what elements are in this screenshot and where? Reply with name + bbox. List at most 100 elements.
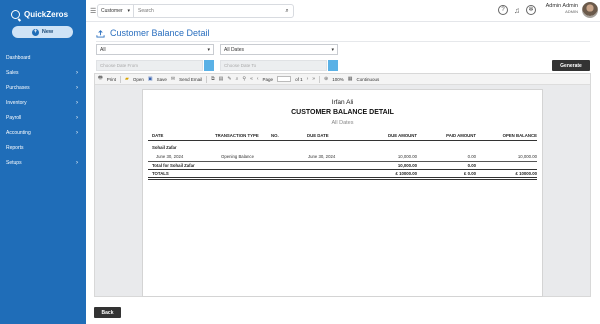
view-mode-icon[interactable]: ▦ bbox=[348, 76, 353, 82]
bell-icon[interactable]: ♫ bbox=[514, 6, 520, 15]
chevron-down-icon: ▾ bbox=[331, 46, 334, 53]
page-title-text: Customer Balance Detail bbox=[110, 28, 210, 38]
sidebar-item-accounting[interactable]: Accounting › bbox=[0, 125, 86, 140]
col-header-due-amount: DUE AMOUNT bbox=[388, 133, 417, 138]
customer-select-value: All bbox=[100, 46, 106, 53]
save-icon[interactable]: ▣ bbox=[148, 76, 153, 82]
date-from-field[interactable]: Choose Date From bbox=[96, 60, 203, 71]
chevron-down-icon: ▾ bbox=[127, 8, 130, 14]
row-due-date: June 30, 2024 bbox=[308, 154, 336, 159]
user-menu[interactable]: Admin Admin ADMIN bbox=[544, 3, 578, 14]
menu-toggle-icon[interactable]: ☰ bbox=[90, 7, 96, 15]
search-box: Customer ▾ ⌕ bbox=[97, 4, 294, 18]
app-logo[interactable]: QuickZeros bbox=[0, 0, 86, 22]
open-folder-icon[interactable]: ▰ bbox=[125, 76, 129, 82]
date-from-placeholder: Choose Date From bbox=[100, 63, 139, 68]
new-button[interactable]: + New bbox=[12, 26, 73, 38]
title-divider bbox=[96, 41, 590, 42]
report-viewer: 🖶 Print ▰ Open ▣ Save ✉ Send Email ⧉ ▤ ✎… bbox=[94, 73, 591, 297]
sidebar-item-setups[interactable]: Setups › bbox=[0, 155, 86, 170]
find-icon[interactable]: ⌕ bbox=[236, 76, 239, 82]
page-number-input[interactable] bbox=[277, 76, 292, 82]
avatar[interactable] bbox=[582, 2, 598, 18]
chevron-right-icon: › bbox=[76, 159, 78, 166]
prev-page-icon[interactable]: ‹ bbox=[257, 76, 259, 82]
report-title: CUSTOMER BALANCE DETAIL bbox=[291, 109, 394, 116]
customer-select[interactable]: All ▾ bbox=[96, 44, 214, 55]
zoom-icon[interactable]: ⊕ bbox=[324, 76, 328, 82]
email-icon[interactable]: ✉ bbox=[171, 76, 175, 82]
generate-button[interactable]: Generate bbox=[552, 60, 590, 71]
search-input[interactable] bbox=[134, 8, 281, 14]
sidebar-item-label: Accounting bbox=[6, 129, 31, 136]
help-icon[interactable]: ? bbox=[498, 5, 508, 15]
sidebar-item-payroll[interactable]: Payroll › bbox=[0, 110, 86, 125]
gear-icon[interactable]: ✻ bbox=[526, 5, 536, 15]
date-to-field[interactable]: Choose Date To bbox=[220, 60, 327, 71]
row-open-balance: 10,000.00 bbox=[517, 154, 537, 159]
totals-rule-bottom-2 bbox=[148, 179, 537, 180]
group-total-label: Total for Sohail Zafar bbox=[152, 163, 195, 168]
report-page: Irfan Ali CUSTOMER BALANCE DETAIL All Da… bbox=[142, 89, 543, 297]
view-mode[interactable]: Continuous bbox=[356, 77, 379, 82]
search-scope-select[interactable]: Customer ▾ bbox=[98, 5, 134, 17]
open-button[interactable]: Open bbox=[133, 77, 144, 82]
report-subtitle: All Dates bbox=[331, 120, 354, 126]
chevron-down-icon: ▾ bbox=[207, 46, 210, 53]
report-company: Irfan Ali bbox=[331, 99, 354, 106]
plus-icon: + bbox=[31, 28, 39, 36]
row-date: June 30, 2024 bbox=[156, 154, 184, 159]
group-rule bbox=[148, 161, 537, 162]
settings-icon[interactable]: ✎ bbox=[227, 76, 231, 82]
sidebar-item-label: Payroll bbox=[6, 114, 22, 121]
col-header-no: NO. bbox=[271, 133, 279, 138]
top-icons: ? ♫ ✻ bbox=[498, 5, 536, 15]
next-page-icon[interactable]: › bbox=[307, 76, 309, 82]
sidebar-nav: Dashboard Sales › Purchases › Inventory › P… bbox=[0, 50, 86, 170]
sidebar-item-reports[interactable]: Reports bbox=[0, 140, 86, 155]
sidebar-item-inventory[interactable]: Inventory › bbox=[0, 95, 86, 110]
sidebar-item-purchases[interactable]: Purchases › bbox=[0, 80, 86, 95]
sidebar: QuickZeros + New Dashboard Sales › Purcha… bbox=[0, 0, 86, 324]
new-button-label: New bbox=[41, 29, 54, 35]
date-range-select[interactable]: All Dates ▾ bbox=[220, 44, 338, 55]
sidebar-item-dashboard[interactable]: Dashboard bbox=[0, 50, 86, 65]
page-title: Customer Balance Detail bbox=[96, 28, 210, 38]
calendar-from-icon[interactable] bbox=[204, 60, 214, 71]
zoom-level[interactable]: 100% bbox=[332, 77, 344, 82]
page-count: of 1 bbox=[295, 76, 303, 82]
totals-open: £ 10000.00 bbox=[515, 171, 537, 176]
binoculars-icon[interactable]: ⚲ bbox=[242, 76, 246, 82]
row-due-amount: 10,000.00 bbox=[397, 154, 417, 159]
toolbar-divider bbox=[120, 75, 121, 83]
col-header-due-date: DUE DATE bbox=[307, 133, 329, 138]
col-header-date: DATE bbox=[152, 133, 164, 138]
header-rule bbox=[148, 140, 537, 141]
sidebar-item-label: Dashboard bbox=[6, 54, 31, 61]
search-icon[interactable]: ⌕ bbox=[281, 8, 293, 15]
row-paid-amount: 0.00 bbox=[467, 154, 476, 159]
totals-paid: £ 0.00 bbox=[464, 171, 476, 176]
copy-icon[interactable]: ⧉ bbox=[211, 76, 215, 82]
chevron-right-icon: › bbox=[76, 114, 78, 121]
totals-rule-bottom-1 bbox=[148, 177, 537, 178]
last-page-icon[interactable]: » bbox=[312, 76, 315, 82]
print-button[interactable]: Print bbox=[107, 77, 116, 82]
save-button[interactable]: Save bbox=[157, 77, 167, 82]
upload-icon bbox=[96, 29, 105, 38]
app-name: QuickZeros bbox=[24, 10, 69, 19]
back-button[interactable]: Back bbox=[94, 307, 121, 318]
sidebar-item-sales[interactable]: Sales › bbox=[0, 65, 86, 80]
sidebar-item-label: Setups bbox=[6, 159, 22, 166]
main-content: Customer Balance Detail All ▾ All Dates … bbox=[86, 22, 600, 324]
print-icon[interactable]: 🖶 bbox=[98, 75, 103, 83]
col-header-paid-amount: PAID AMOUNT bbox=[446, 133, 476, 138]
document-icon[interactable]: ▤ bbox=[219, 76, 224, 82]
sidebar-item-label: Purchases bbox=[6, 84, 30, 91]
sidebar-item-label: Reports bbox=[6, 144, 24, 151]
send-email-button[interactable]: Send Email bbox=[179, 77, 202, 82]
toolbar-divider bbox=[206, 75, 208, 83]
calendar-to-icon[interactable] bbox=[328, 60, 338, 71]
first-page-icon[interactable]: « bbox=[250, 76, 253, 82]
totals-label: TOTALS bbox=[152, 171, 169, 176]
